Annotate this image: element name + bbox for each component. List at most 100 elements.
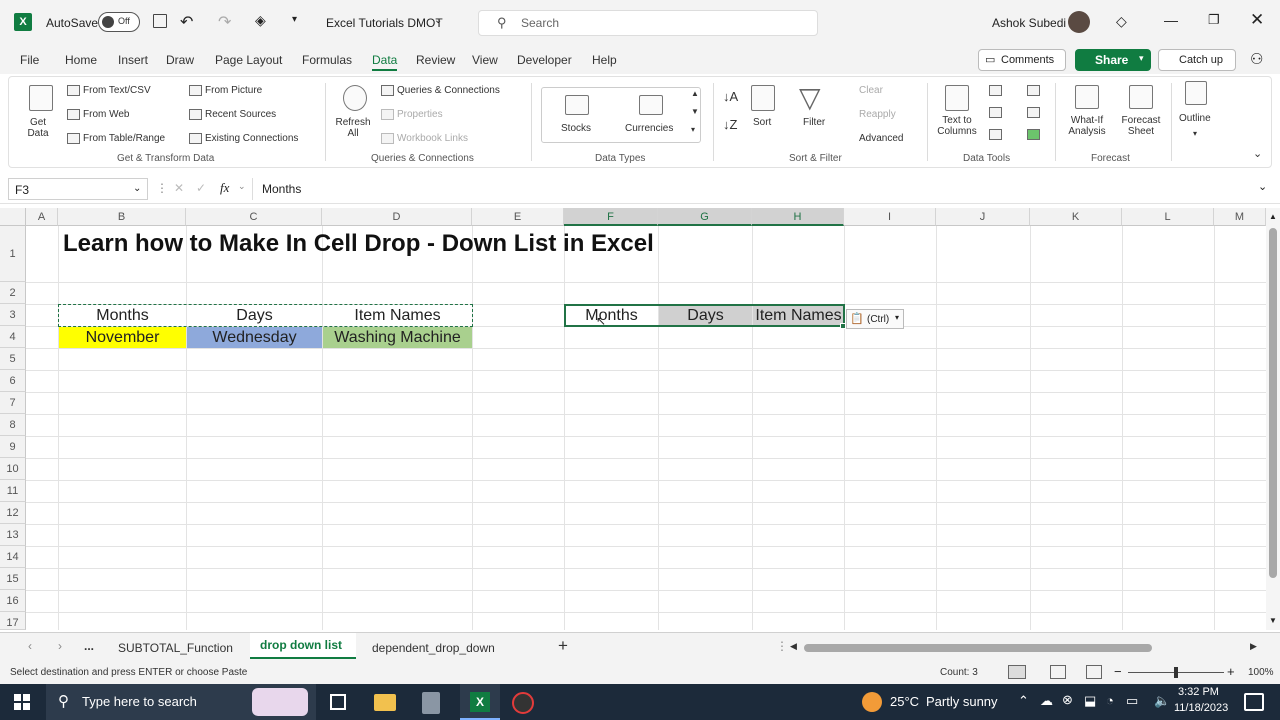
row-header-5[interactable]: 5 [0, 348, 26, 370]
select-all-corner[interactable] [0, 208, 26, 226]
tab-developer[interactable]: Developer [517, 53, 572, 67]
worksheet-grid[interactable]: A B C D E F G H I J K L M 1 2 3 4 5 6 7 … [0, 208, 1280, 630]
outline-chevron-icon[interactable]: ▾ [1193, 129, 1197, 138]
weather-description[interactable]: Partly sunny [926, 694, 998, 709]
page-layout-view-icon[interactable] [1050, 665, 1066, 679]
weather-temperature[interactable]: 25°C [890, 694, 919, 709]
queries-connections[interactable]: Queries & Connections [397, 85, 500, 96]
close-icon[interactable]: ✕ [1250, 10, 1264, 30]
undo-icon[interactable]: ↶ [180, 12, 193, 32]
row-header-13[interactable]: 13 [0, 524, 26, 546]
redo-icon[interactable]: ↷ [218, 12, 231, 32]
scroll-up-icon[interactable]: ▲ [1269, 212, 1277, 221]
clear-label[interactable]: Clear [859, 85, 883, 96]
column-header-g[interactable]: G [658, 208, 752, 226]
row-header-4[interactable]: 4 [0, 326, 26, 348]
column-header-d[interactable]: D [322, 208, 472, 226]
recent-sources[interactable]: Recent Sources [205, 109, 276, 120]
zoom-level[interactable]: 100% [1248, 667, 1274, 678]
volume-icon[interactable]: 🔈 [1154, 693, 1170, 709]
save-icon[interactable] [153, 14, 167, 28]
vertical-scroll-thumb[interactable] [1269, 228, 1277, 578]
row-header-16[interactable]: 16 [0, 590, 26, 612]
forecast-sheet-icon[interactable] [1129, 85, 1153, 109]
insert-function-icon[interactable]: fx [220, 180, 229, 196]
row-header-12[interactable]: 12 [0, 502, 26, 524]
restore-icon[interactable]: ❐ [1208, 12, 1220, 28]
from-web[interactable]: From Web [83, 109, 130, 120]
tab-draw[interactable]: Draw [166, 53, 194, 67]
tab-page-layout[interactable]: Page Layout [215, 53, 282, 67]
sheet-title-cell[interactable]: Learn how to Make In Cell Drop - Down Li… [63, 230, 763, 262]
forecast-sheet-label[interactable]: Forecast Sheet [1119, 115, 1163, 137]
file-menu-chevron-icon[interactable]: ⌄ [434, 15, 442, 26]
expand-formula-chevron-icon[interactable]: ⌄ [1258, 180, 1267, 193]
normal-view-icon[interactable] [1008, 665, 1026, 679]
formula-input[interactable]: Months [262, 182, 301, 196]
get-data-label[interactable]: Get Data [21, 117, 55, 139]
sort-za-icon[interactable]: ↓Z [723, 117, 737, 132]
share-button[interactable]: Share ▾ [1075, 49, 1151, 71]
usb-icon[interactable]: ⬓ [1084, 693, 1096, 709]
what-if-label[interactable]: What-If Analysis [1063, 115, 1111, 137]
column-header-h[interactable]: H [752, 208, 844, 226]
from-table-range[interactable]: From Table/Range [83, 133, 165, 144]
get-data-icon[interactable] [29, 85, 53, 111]
taskbar-time[interactable]: 3:32 PM [1178, 686, 1219, 698]
cell-d4-washing-machine[interactable]: Washing Machine [323, 327, 472, 348]
zoom-out-icon[interactable]: − [1114, 664, 1122, 679]
column-header-k[interactable]: K [1030, 208, 1122, 226]
tab-split-handle-icon[interactable]: ⋮ [776, 639, 788, 653]
row-header-3[interactable]: 3 [0, 304, 26, 326]
calculator-icon[interactable] [422, 692, 440, 714]
person-search-icon[interactable]: ⚇ [1250, 50, 1263, 68]
cancel-entry-icon[interactable]: ✕ [174, 181, 184, 195]
more-options-icon[interactable]: ⋮ [156, 181, 168, 195]
file-explorer-icon[interactable] [374, 694, 396, 711]
insert-function-chevron-icon[interactable]: ⌄ [238, 181, 246, 192]
customize-qat-icon[interactable]: ▾ [292, 14, 297, 25]
file-name[interactable]: Excel Tutorials DMOT [326, 16, 443, 30]
user-name[interactable]: Ashok Subedi [992, 16, 1066, 30]
consolidate-icon[interactable] [1027, 85, 1040, 96]
column-header-f[interactable]: F [564, 208, 658, 226]
column-header-b[interactable]: B [58, 208, 186, 226]
column-header-l[interactable]: L [1122, 208, 1214, 226]
remove-duplicates-icon[interactable] [989, 107, 1002, 118]
gallery-more-icon[interactable]: ▾ [691, 125, 695, 134]
outline-icon[interactable] [1185, 81, 1207, 105]
refresh-icon[interactable] [343, 85, 367, 111]
recorder-icon[interactable] [512, 692, 534, 714]
row-header-8[interactable]: 8 [0, 414, 26, 436]
sort-az-icon[interactable]: ↓A [723, 89, 738, 104]
battery-icon[interactable]: ▭ [1126, 693, 1138, 709]
sort-label[interactable]: Sort [753, 117, 771, 128]
relationships-icon[interactable] [1027, 107, 1040, 118]
tab-home[interactable]: Home [65, 53, 97, 67]
column-header-j[interactable]: J [936, 208, 1030, 226]
autosave-toggle[interactable]: Off [98, 12, 140, 32]
row-header-15[interactable]: 15 [0, 568, 26, 590]
row-header-10[interactable]: 10 [0, 458, 26, 480]
reapply-label[interactable]: Reapply [859, 109, 896, 120]
sheet-tab-subtotal[interactable]: SUBTOTAL_Function [118, 641, 233, 655]
cloud-icon[interactable]: ☁ [1040, 693, 1053, 709]
filter-label[interactable]: Filter [803, 117, 825, 128]
row-header-2[interactable]: 2 [0, 282, 26, 304]
search-input[interactable]: ⚲ Search [478, 10, 818, 36]
data-model-icon[interactable] [1027, 129, 1040, 140]
prev-sheet-icon[interactable]: ‹ [28, 639, 32, 653]
sheet-tab-dependent[interactable]: dependent_drop_down [372, 641, 495, 655]
page-break-view-icon[interactable] [1086, 665, 1102, 679]
what-if-icon[interactable] [1075, 85, 1099, 109]
from-text-csv[interactable]: From Text/CSV [83, 85, 151, 96]
currencies-label[interactable]: Currencies [625, 123, 673, 134]
paste-options-button[interactable]: 📋 (Ctrl) ▾ [846, 309, 904, 329]
row-header-7[interactable]: 7 [0, 392, 26, 414]
tab-data[interactable]: Data [372, 53, 398, 71]
filter-icon[interactable]: ▽ [799, 81, 821, 114]
ribbon-collapse-icon[interactable]: ⌄ [1253, 147, 1262, 160]
refresh-all-label[interactable]: Refresh All [333, 117, 373, 139]
confirm-entry-icon[interactable]: ✓ [196, 181, 206, 195]
row-header-17[interactable]: 17 [0, 612, 26, 630]
